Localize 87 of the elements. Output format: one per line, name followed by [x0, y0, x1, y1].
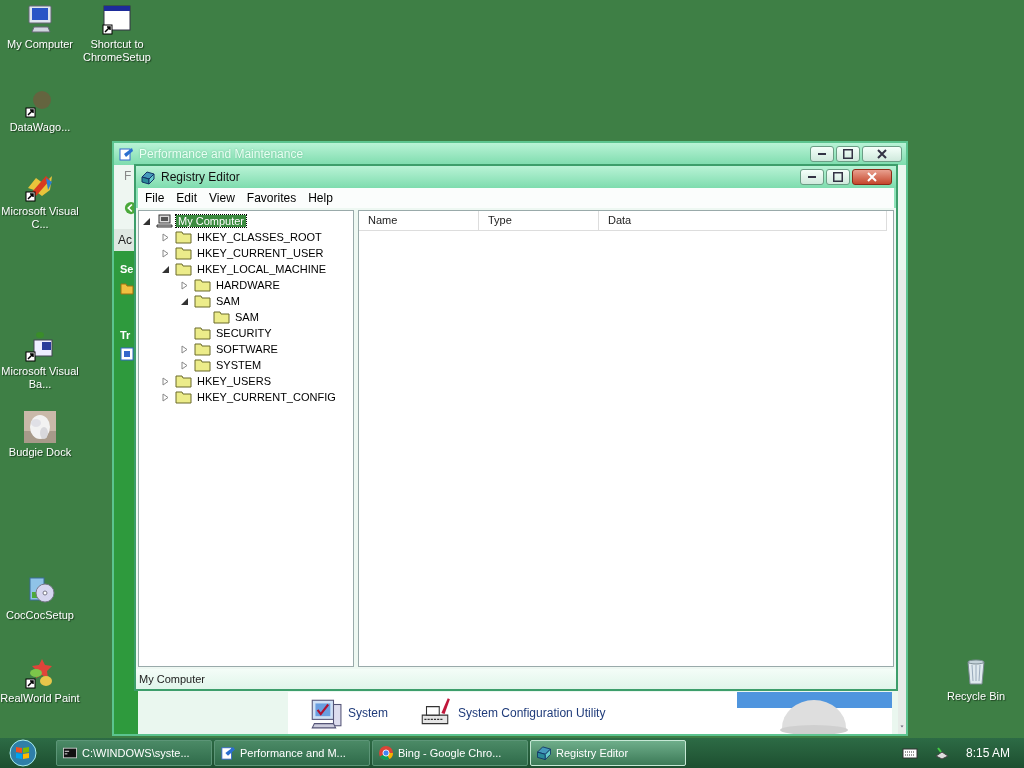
tree-item[interactable]: SAM — [233, 311, 261, 323]
expand-arrow-icon[interactable] — [161, 376, 170, 386]
menu-item[interactable]: View — [204, 189, 240, 207]
folder-icon — [213, 310, 230, 324]
folder-icon — [175, 262, 192, 276]
column-header[interactable]: Type — [479, 211, 599, 231]
maximize-button[interactable] — [836, 146, 860, 162]
tree-item[interactable]: SAM — [214, 295, 242, 307]
menu-item[interactable]: File — [140, 189, 170, 207]
panel-heading: Se — [120, 263, 135, 275]
browser-icon — [379, 746, 393, 760]
close-icon — [877, 149, 887, 159]
icon-label[interactable]: Recycle Bin — [946, 690, 1006, 703]
icon-label[interactable]: Microsoft Visual C... — [0, 205, 80, 231]
keyboard-icon[interactable] — [901, 746, 918, 760]
tree-item[interactable]: HKEY_CURRENT_CONFIG — [195, 391, 338, 403]
panel-heading: Tr — [120, 329, 132, 341]
tree-item[interactable]: My Computer — [176, 215, 247, 227]
column-header[interactable]: Data — [599, 211, 887, 231]
network-icon[interactable] — [933, 746, 950, 760]
control-panel-icon — [118, 146, 134, 162]
tree-item[interactable]: HKEY_CURRENT_USER — [195, 247, 326, 259]
expand-arrow-icon[interactable] — [180, 280, 189, 290]
tree-item[interactable]: SYSTEM — [214, 359, 264, 371]
maximize-button[interactable] — [826, 169, 850, 185]
scrollbar[interactable] — [898, 270, 906, 734]
minimize-icon — [808, 176, 816, 178]
icon-label[interactable]: Microsoft Visual Ba... — [0, 365, 80, 391]
taskbar-button[interactable]: C:\WINDOWS\syste... — [56, 740, 212, 766]
collapse-arrow-icon[interactable] — [142, 216, 151, 226]
clock[interactable]: 8:15 AM — [965, 746, 1010, 760]
folder-icon — [175, 390, 192, 404]
column-header[interactable]: Name — [359, 211, 479, 231]
expand-arrow-icon[interactable] — [161, 248, 170, 258]
menu-item[interactable]: Help — [303, 189, 338, 207]
start-button[interactable] — [6, 739, 40, 767]
folder-icon — [175, 374, 192, 388]
console-icon — [63, 746, 77, 760]
minimize-button[interactable] — [800, 169, 824, 185]
menu-item[interactable]: Edit — [171, 189, 203, 207]
close-button[interactable] — [852, 169, 892, 185]
folder-icon — [194, 358, 211, 372]
square-icon[interactable] — [120, 347, 134, 361]
icon-label[interactable]: RealWorld Paint — [0, 692, 80, 705]
task-link[interactable]: System Configuration Utility — [418, 696, 606, 730]
address-label: Ac — [118, 233, 132, 247]
folder-icon — [194, 342, 211, 356]
icon-label[interactable]: CocCocSetup — [6, 609, 74, 622]
computer-icon — [156, 214, 173, 228]
close-icon — [867, 172, 877, 182]
tree-item[interactable]: SOFTWARE — [214, 343, 280, 355]
taskbar-button[interactable]: Performance and M... — [214, 740, 370, 766]
expand-arrow-icon[interactable] — [161, 232, 170, 242]
status-bar: My Computer — [136, 669, 896, 689]
window-title: Registry Editor — [161, 170, 241, 184]
tree-item[interactable]: HKEY_CLASSES_ROOT — [195, 231, 324, 243]
taskbar-button[interactable]: Bing - Google Chro... — [372, 740, 528, 766]
folder-icon — [175, 230, 192, 244]
minimize-icon — [818, 153, 826, 155]
window-title: Performance and Maintenance — [139, 147, 305, 161]
folder-icon — [194, 326, 211, 340]
taskbar-button[interactable]: Registry Editor — [530, 740, 686, 766]
collapse-arrow-icon[interactable] — [161, 264, 170, 274]
tree-item[interactable]: HKEY_USERS — [195, 375, 273, 387]
tree-item[interactable]: HARDWARE — [214, 279, 282, 291]
folder-icon — [194, 278, 211, 292]
folder-icon — [194, 294, 211, 308]
maximize-icon — [843, 149, 853, 159]
icon-label[interactable]: Shortcut to ChromeSetup — [77, 38, 157, 64]
icon-label[interactable]: DataWago... — [9, 121, 71, 134]
expand-arrow-icon[interactable] — [161, 392, 170, 402]
expand-arrow-icon[interactable] — [180, 344, 189, 354]
maximize-icon — [833, 172, 843, 182]
tree-item[interactable]: SECURITY — [214, 327, 274, 339]
collapse-arrow-icon[interactable] — [180, 296, 189, 306]
task-link[interactable]: System — [308, 696, 388, 730]
expand-arrow-icon[interactable] — [180, 360, 189, 370]
menu-item[interactable]: Favorites — [241, 189, 302, 207]
tree-item[interactable]: HKEY_LOCAL_MACHINE — [195, 263, 328, 275]
minimize-button[interactable] — [810, 146, 834, 162]
icon-label[interactable]: My Computer — [7, 38, 73, 51]
window-icon[interactable] — [101, 3, 133, 35]
folder-icon — [175, 246, 192, 260]
scroll-down-icon[interactable] — [898, 724, 906, 729]
control-panel-icon — [221, 746, 235, 760]
icon-label[interactable]: Budgie Dock — [8, 446, 72, 459]
close-button[interactable] — [862, 146, 902, 162]
